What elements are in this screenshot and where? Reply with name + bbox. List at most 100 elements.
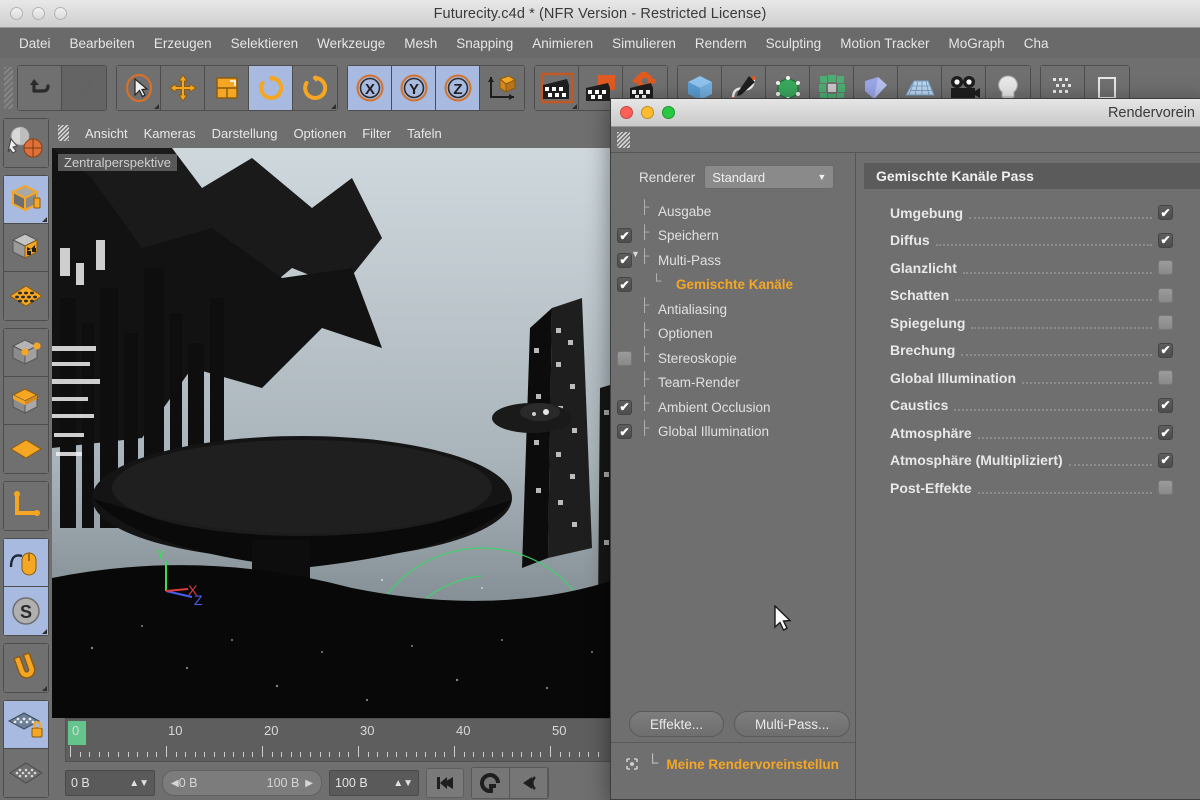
- range-field[interactable]: ◀ 0 B 100 B ▶: [162, 770, 322, 796]
- channel-checkbox[interactable]: [1158, 260, 1173, 276]
- model-mode-icon[interactable]: [4, 329, 48, 377]
- tree-row[interactable]: ├ Antialiasing: [617, 297, 855, 322]
- rotate-icon[interactable]: [249, 66, 293, 110]
- points-mode-icon[interactable]: [4, 224, 48, 272]
- channel-checkbox[interactable]: [1158, 370, 1173, 386]
- channel-row[interactable]: Global Illumination: [856, 364, 1200, 392]
- tree-checkbox[interactable]: ✔: [617, 399, 632, 415]
- channel-checkbox[interactable]: ✔: [1158, 397, 1173, 413]
- tree-row[interactable]: ├ Team-Render: [617, 371, 855, 396]
- object-mode-icon[interactable]: [4, 176, 48, 224]
- move-icon[interactable]: [161, 66, 205, 110]
- menu-item-cha[interactable]: Cha: [1015, 32, 1058, 55]
- menu-item-motion-tracker[interactable]: Motion Tracker: [831, 32, 938, 55]
- soft-selection-icon[interactable]: S: [4, 587, 48, 635]
- tree-row[interactable]: ✔ ├ Ambient Occlusion: [617, 395, 855, 420]
- tree-checkbox[interactable]: ✔: [617, 228, 632, 244]
- viewport-menu-ansicht[interactable]: Ansicht: [77, 123, 136, 144]
- viewport-menu-darstellung[interactable]: Darstellung: [204, 123, 286, 144]
- world-axis-icon[interactable]: [4, 119, 48, 167]
- viewport-menu-tafeln[interactable]: Tafeln: [399, 123, 450, 144]
- channel-checkbox[interactable]: [1158, 480, 1173, 496]
- menu-item-werkzeuge[interactable]: Werkzeuge: [308, 32, 394, 55]
- menu-item-animieren[interactable]: Animieren: [523, 32, 602, 55]
- render-view-icon[interactable]: [535, 66, 579, 110]
- texture-mode-icon[interactable]: [4, 377, 48, 425]
- renderer-dropdown[interactable]: Standard ▼: [704, 165, 835, 189]
- object-axis-icon[interactable]: [4, 482, 48, 530]
- viewport-3d[interactable]: Zentralperspektive Y Z X: [52, 148, 620, 718]
- workplane-lock-icon[interactable]: [4, 701, 48, 749]
- channel-checkbox[interactable]: ✔: [1158, 452, 1173, 468]
- viewport-lock-icon[interactable]: [4, 539, 48, 587]
- menu-item-mograph[interactable]: MoGraph: [939, 32, 1013, 55]
- menu-item-sculpting[interactable]: Sculpting: [757, 32, 831, 55]
- workplane-mode-icon[interactable]: [4, 425, 48, 473]
- channel-row[interactable]: Atmosphäre (Multipliziert) ✔: [856, 447, 1200, 475]
- menu-item-mesh[interactable]: Mesh: [395, 32, 446, 55]
- toolbar-grip-icon[interactable]: [4, 67, 13, 109]
- spinner-icon[interactable]: ▲▼: [393, 778, 413, 789]
- select-arrow-icon[interactable]: [117, 66, 161, 110]
- range-right-arrow-icon[interactable]: ▶: [305, 778, 313, 789]
- range-left-arrow-icon[interactable]: ◀: [171, 778, 179, 789]
- axis-x-icon[interactable]: X: [348, 66, 392, 110]
- scale-icon[interactable]: [205, 66, 249, 110]
- menu-item-rendern[interactable]: Rendern: [686, 32, 756, 55]
- viewport-menu-kameras[interactable]: Kameras: [136, 123, 204, 144]
- menu-item-datei[interactable]: Datei: [10, 32, 60, 55]
- step-back-icon[interactable]: [510, 768, 548, 798]
- tree-checkbox[interactable]: ✔: [617, 424, 632, 440]
- multipass-button[interactable]: Multi-Pass...: [734, 711, 851, 737]
- tree-checkbox[interactable]: [617, 350, 632, 366]
- channel-checkbox[interactable]: ✔: [1158, 425, 1173, 441]
- channel-checkbox[interactable]: [1158, 315, 1173, 331]
- channel-row[interactable]: Spiegelung: [856, 309, 1200, 337]
- viewport-menu-optionen[interactable]: Optionen: [285, 123, 354, 144]
- menu-item-snapping[interactable]: Snapping: [447, 32, 522, 55]
- tree-row[interactable]: ├ Stereoskopie: [617, 346, 855, 371]
- channel-row[interactable]: Caustics ✔: [856, 392, 1200, 420]
- channel-checkbox[interactable]: ✔: [1158, 342, 1173, 358]
- channel-checkbox[interactable]: [1158, 287, 1173, 303]
- tree-row[interactable]: ├ Ausgabe: [617, 199, 855, 224]
- dialog-grip-icon[interactable]: [617, 131, 630, 148]
- tree-checkbox[interactable]: ✔: [617, 252, 632, 268]
- undo-icon[interactable]: [18, 66, 62, 110]
- menu-item-simulieren[interactable]: Simulieren: [603, 32, 685, 55]
- grid-plane-icon[interactable]: [4, 749, 48, 797]
- go-to-start-icon[interactable]: [426, 768, 464, 798]
- menu-item-erzeugen[interactable]: Erzeugen: [145, 32, 221, 55]
- viewport-menu-filter[interactable]: Filter: [354, 123, 399, 144]
- max-frame-field[interactable]: 100 B ▲▼: [329, 770, 419, 796]
- timeline-ruler[interactable]: 0 10 20 30 40 50: [65, 718, 618, 762]
- channel-row[interactable]: Umgebung ✔: [856, 199, 1200, 227]
- channel-row[interactable]: Post-Effekte: [856, 474, 1200, 502]
- world-coord-icon[interactable]: [480, 66, 524, 110]
- channel-row[interactable]: Glanzlicht: [856, 254, 1200, 282]
- channel-checkbox[interactable]: ✔: [1158, 232, 1173, 248]
- channel-row[interactable]: Schatten: [856, 282, 1200, 310]
- magnet-icon[interactable]: [4, 644, 48, 692]
- channel-row[interactable]: Atmosphäre ✔: [856, 419, 1200, 447]
- menu-item-bearbeiten[interactable]: Bearbeiten: [61, 32, 144, 55]
- tree-checkbox[interactable]: ✔: [617, 277, 632, 293]
- tree-row[interactable]: ✔ ├ Global Illumination: [617, 420, 855, 445]
- axis-z-icon[interactable]: Z: [436, 66, 480, 110]
- channel-row[interactable]: Diffus ✔: [856, 227, 1200, 255]
- spinner-icon[interactable]: ▲▼: [129, 778, 149, 789]
- channel-row[interactable]: Brechung ✔: [856, 337, 1200, 365]
- tree-row[interactable]: ✔ ├ ▼ Multi-Pass: [617, 248, 855, 273]
- effects-button[interactable]: Effekte...: [629, 711, 725, 737]
- tree-row[interactable]: ✔ └ Gemischte Kanäle: [617, 273, 855, 298]
- channel-checkbox[interactable]: ✔: [1158, 205, 1173, 221]
- axis-y-icon[interactable]: Y: [392, 66, 436, 110]
- polygon-mode-icon[interactable]: [4, 272, 48, 320]
- redo-icon[interactable]: [62, 66, 106, 110]
- viewport-grip-icon[interactable]: [58, 125, 69, 141]
- current-frame-field[interactable]: 0 B ▲▼: [65, 770, 155, 796]
- preset-row[interactable]: └ Meine Rendervoreinstellun: [625, 755, 839, 773]
- loop-icon[interactable]: [472, 768, 510, 798]
- tree-row[interactable]: ✔ ├ Speichern: [617, 224, 855, 249]
- menu-item-selektieren[interactable]: Selektieren: [222, 32, 308, 55]
